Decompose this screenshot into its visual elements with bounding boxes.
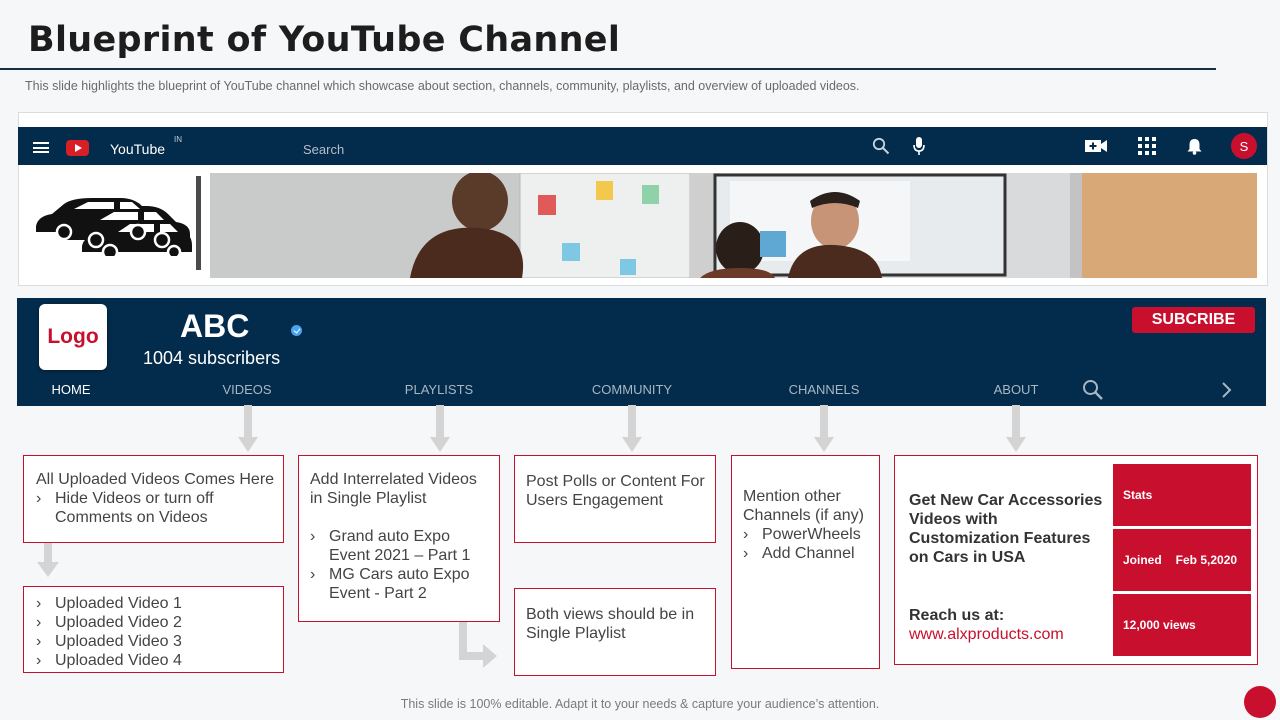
- arrow-community: [622, 405, 642, 455]
- tab-about[interactable]: ABOUT: [994, 382, 1039, 397]
- channel-logo[interactable]: Logo: [39, 304, 107, 370]
- tab-channels[interactable]: CHANNELS: [789, 382, 860, 397]
- create-video-icon[interactable]: [1084, 127, 1108, 165]
- youtube-app-name[interactable]: YouTube: [110, 141, 165, 157]
- home-box: All Uploaded Videos Comes Here Hide Vide…: [23, 455, 284, 543]
- search-icon[interactable]: [870, 127, 892, 165]
- list-item: PowerWheels: [743, 525, 873, 544]
- views-stat: 12,000 views: [1113, 594, 1251, 656]
- channels-heading: Mention other Channels (if any): [743, 488, 864, 524]
- list-item: MG Cars auto Expo Event - Part 2: [310, 565, 489, 603]
- region-code: IN: [174, 135, 182, 144]
- home-heading: All Uploaded Videos Comes Here: [36, 471, 275, 488]
- joined-stat: Joined Feb 5,2020: [1113, 529, 1251, 591]
- playlists-heading: Add Interrelated Videos in Single Playli…: [310, 471, 477, 507]
- arrow-home-videos: [37, 543, 59, 582]
- list-item: Uploaded Video 3: [36, 632, 283, 651]
- tab-playlists[interactable]: PLAYLISTS: [405, 382, 473, 397]
- channel-header: Logo ABC 1004 subscribers SUBCRIBE HOME …: [17, 298, 1266, 406]
- playlists-box: Add Interrelated Videos in Single Playli…: [298, 455, 500, 622]
- microphone-icon[interactable]: [910, 127, 928, 165]
- slide-footer: This slide is 100% editable. Adapt it to…: [400, 697, 880, 711]
- stats-label: Stats: [1113, 464, 1251, 526]
- home-bullet: Hide Videos or turn off Comments on Vide…: [36, 489, 283, 527]
- joined-date: Feb 5,2020: [1175, 553, 1238, 567]
- website-link[interactable]: www.alxproducts.com: [909, 625, 1064, 644]
- youtube-logo-icon[interactable]: [66, 140, 89, 156]
- stats-title: Stats: [1123, 488, 1153, 502]
- tab-videos[interactable]: VIDEOS: [222, 382, 271, 397]
- channels-box: Mention other Channels (if any) PowerWhe…: [731, 455, 880, 669]
- banner-divider: [196, 176, 201, 270]
- list-item: Uploaded Video 2: [36, 613, 283, 632]
- channel-name: ABC: [180, 308, 250, 344]
- community-text: Post Polls or Content For Users Engageme…: [526, 473, 705, 509]
- channel-search-icon[interactable]: [1081, 378, 1105, 407]
- playlist-note-box: Both views should be in Single Playlist: [514, 588, 716, 676]
- menu-icon[interactable]: [33, 142, 49, 153]
- verified-badge-icon: [291, 325, 302, 336]
- arrow-playlists: [430, 405, 450, 455]
- subscriber-count: 1004 subscribers: [143, 348, 281, 368]
- slide-subtitle: This slide highlights the blueprint of Y…: [25, 79, 860, 93]
- arrow-about: [1006, 405, 1026, 455]
- decorative-red-circle: [1244, 686, 1276, 718]
- list-item: Uploaded Video 1: [36, 594, 283, 613]
- arrow-playlist-note: [457, 620, 499, 673]
- list-item: Uploaded Video 4: [36, 651, 283, 670]
- community-box: Post Polls or Content For Users Engageme…: [514, 455, 716, 543]
- view-count: 12,000 views: [1123, 618, 1196, 632]
- tab-home[interactable]: HOME: [52, 382, 91, 397]
- reach-label: Reach us at:: [909, 607, 1005, 624]
- search-input[interactable]: [303, 142, 603, 157]
- slide-title: Blueprint of YouTube Channel: [28, 20, 621, 60]
- title-underline: [0, 68, 1216, 70]
- arrow-channels: [814, 405, 834, 455]
- car-logo-icon: [34, 192, 194, 261]
- subscribe-button[interactable]: SUBCRIBE: [1132, 307, 1255, 333]
- user-avatar[interactable]: S: [1231, 133, 1257, 159]
- uploaded-videos-box: Uploaded Video 1 Uploaded Video 2 Upload…: [23, 586, 284, 673]
- playlist-note-text: Both views should be in Single Playlist: [526, 606, 695, 642]
- tab-community[interactable]: COMMUNITY: [592, 382, 672, 397]
- about-description: Get New Car Accessories Videos with Cust…: [909, 492, 1103, 566]
- arrow-videos: [238, 405, 258, 455]
- joined-label: Joined: [1123, 553, 1162, 567]
- apps-grid-icon[interactable]: [1137, 127, 1157, 165]
- list-item: Grand auto Expo Event 2021 – Part 1: [310, 527, 489, 565]
- stats-column: Stats Joined Feb 5,2020 12,000 views: [1113, 464, 1251, 659]
- bell-icon[interactable]: [1185, 127, 1203, 165]
- youtube-top-bar: YouTube IN S: [18, 127, 1267, 165]
- list-item: Add Channel: [743, 544, 873, 563]
- channel-banner-image: [210, 173, 1257, 278]
- chevron-right-icon[interactable]: [1220, 381, 1232, 404]
